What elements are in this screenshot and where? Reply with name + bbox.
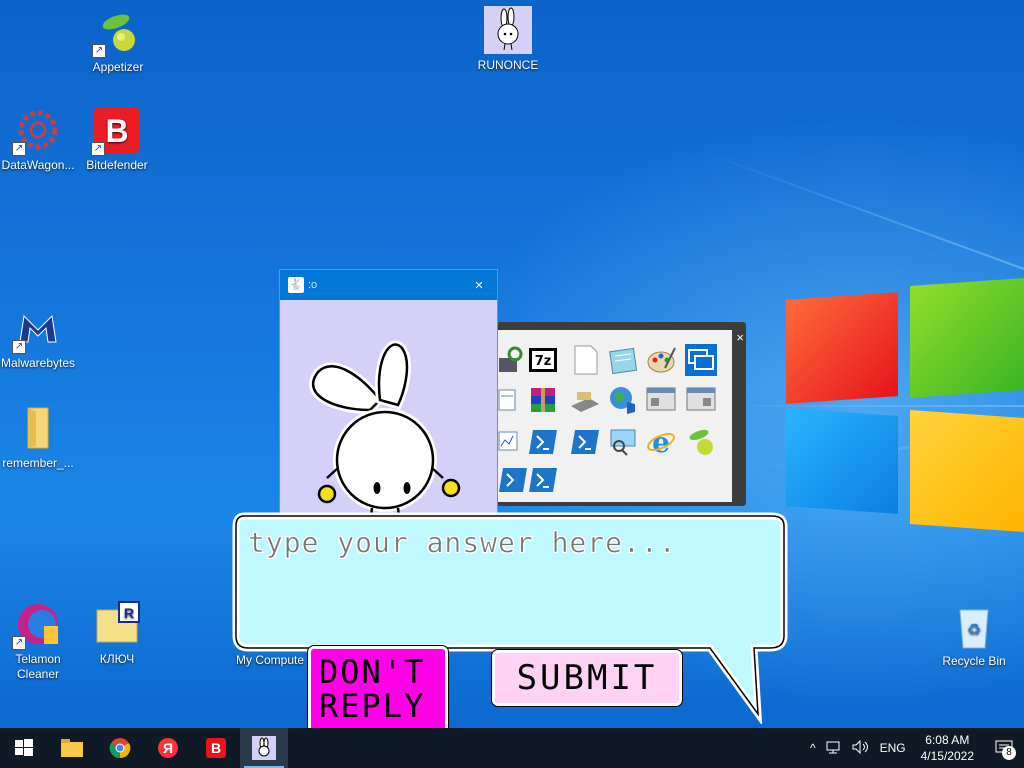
window-title: :o [308, 279, 318, 291]
language-indicator[interactable]: ENG [875, 741, 911, 755]
svg-text:B: B [211, 740, 221, 756]
window-titlebar[interactable]: 🐇 :o × [280, 270, 497, 300]
chrome-icon [109, 738, 131, 759]
action-center-button[interactable]: 8 [984, 728, 1024, 768]
powershell-icon[interactable] [527, 426, 559, 458]
shortcut-arrow-icon: ↗ [92, 44, 106, 58]
recycle-bin-icon: ♻ [950, 602, 998, 650]
light-beam [720, 405, 1024, 407]
registry-icon[interactable] [497, 384, 529, 416]
notepad-icon[interactable] [607, 344, 639, 376]
desktop-icon-label: Recycle Bin [942, 654, 1006, 668]
volume-icon[interactable] [847, 739, 875, 757]
powershell-ise-x86-icon[interactable] [527, 464, 559, 496]
desktop-icon-label: RUNONCE [477, 58, 539, 72]
device-manager-icon[interactable] [569, 384, 601, 416]
desktop-icon-runonce[interactable]: RUNONCE [470, 6, 546, 73]
taskbar-runonce[interactable] [240, 728, 288, 768]
vivaldi-icon: B [206, 738, 226, 758]
icon-panel-grid: 7z e [497, 330, 732, 502]
paint-icon[interactable] [645, 344, 677, 376]
desktop-icon-label: Telamon Cleaner [15, 652, 61, 681]
powershell-ise-icon[interactable] [569, 426, 601, 458]
yandex-browser-icon: Я [158, 738, 178, 758]
datawagon-icon: ↗ [12, 106, 62, 156]
shortcut-arrow-icon: ↗ [12, 636, 26, 650]
system-tray: ^ ENG 6:08 AM 4/15/2022 8 [805, 728, 1024, 768]
telamon-icon: ↗ [12, 600, 62, 650]
taskbar-chrome[interactable] [96, 728, 144, 768]
close-button[interactable]: × [469, 277, 489, 294]
powershell-x86-icon[interactable] [497, 464, 529, 496]
lock-icon[interactable] [497, 344, 529, 376]
sevenzip-icon[interactable]: 7z [527, 344, 559, 376]
notification-count-badge: 8 [1002, 746, 1016, 760]
start-button[interactable] [0, 728, 48, 768]
desktop-icon-label: Malwarebytes [0, 356, 76, 370]
network-globe-icon[interactable] [607, 384, 639, 416]
malwarebytes-icon: ↗ [12, 304, 62, 354]
windows-logo-pane-red [786, 292, 898, 404]
taskbar: Я B ^ ENG 6:08 AM 4/15/2022 8 [0, 728, 1024, 768]
windows-logo-pane-green [910, 278, 1024, 398]
shortcut-arrow-icon: ↗ [91, 142, 105, 156]
svg-text:♻: ♻ [967, 622, 981, 639]
desktop-icon-bitdefender[interactable]: B ↗ Bitdefender [79, 106, 155, 173]
desktop-icon-label: remember_... [2, 456, 74, 470]
rabbit-window[interactable]: 🐇 :o × [279, 269, 498, 541]
windows-logo-pane-blue [786, 408, 898, 514]
bitdefender-icon: B ↗ [91, 106, 141, 156]
svg-text:R: R [124, 605, 134, 621]
rabbit-illustration [309, 340, 461, 541]
answer-input[interactable] [248, 526, 768, 559]
desktop-icon-label: Bitdefender [86, 158, 148, 172]
remote-desktop-icon[interactable] [685, 344, 717, 376]
clock-date: 4/15/2022 [920, 749, 974, 763]
desktop-icon-label: DataWagon... [1, 158, 75, 172]
desktop-icon-malwarebytes[interactable]: ↗ Malwarebytes [0, 304, 76, 371]
shortcut-arrow-icon: ↗ [12, 142, 26, 156]
rabbit-app-icon: 🐇 [288, 277, 304, 293]
desktop-icon-recycle-bin[interactable]: ♻ Recycle Bin [936, 602, 1012, 669]
desktop-icon-remember-folder[interactable]: remember_... [0, 404, 76, 471]
performance-monitor-icon[interactable] [497, 426, 529, 458]
desktop-icon-datawagon[interactable]: ↗ DataWagon... [0, 106, 76, 173]
document-icon[interactable] [569, 344, 601, 376]
network-icon[interactable] [821, 740, 847, 757]
shortcut-arrow-icon: ↗ [12, 340, 26, 354]
appetizer-icon: ↗ [92, 8, 142, 58]
rabbit-icon [252, 736, 276, 760]
folder-icon [14, 404, 62, 452]
svg-text:Я: Я [163, 740, 173, 756]
svg-text:e: e [652, 426, 670, 458]
svg-text:7z: 7z [535, 354, 552, 369]
windows-start-icon [15, 739, 33, 756]
computer-management-icon[interactable] [685, 384, 717, 416]
desktop-icon-key-folder[interactable]: R КЛЮЧ [79, 600, 155, 667]
show-hidden-icons-chevron[interactable]: ^ [805, 741, 821, 755]
clock[interactable]: 6:08 AM 4/15/2022 [911, 732, 984, 764]
submit-button[interactable]: SUBMIT [492, 650, 682, 706]
desktop-icon-telamon[interactable]: ↗ Telamon Cleaner [0, 600, 76, 682]
key-folder-icon: R [93, 600, 141, 648]
close-icon[interactable]: × [736, 330, 744, 345]
taskbar-file-explorer[interactable] [48, 728, 96, 768]
internet-explorer-icon[interactable]: e [645, 426, 677, 459]
services-icon[interactable] [645, 384, 677, 416]
winrar-icon[interactable] [527, 384, 559, 416]
magnifier-icon[interactable] [607, 426, 639, 458]
rabbit-icon [484, 6, 532, 54]
folder-icon [61, 739, 83, 757]
clock-time: 6:08 AM [925, 733, 970, 747]
desktop-icon-label: КЛЮЧ [99, 652, 135, 666]
windows-logo-pane-yellow [910, 410, 1024, 532]
desktop-icon-appetizer[interactable]: ↗ Appetizer [80, 8, 156, 75]
appetizer-small-icon[interactable] [685, 426, 717, 458]
taskbar-yandex[interactable]: Я [144, 728, 192, 768]
dont-reply-button[interactable]: DON'T REPLY [308, 646, 448, 734]
desktop-icon-label: Appetizer [92, 60, 144, 74]
svg-text:B: B [105, 113, 128, 149]
taskbar-vivaldi[interactable]: B [192, 728, 240, 768]
icon-panel-window[interactable]: × 7z e [497, 322, 746, 506]
